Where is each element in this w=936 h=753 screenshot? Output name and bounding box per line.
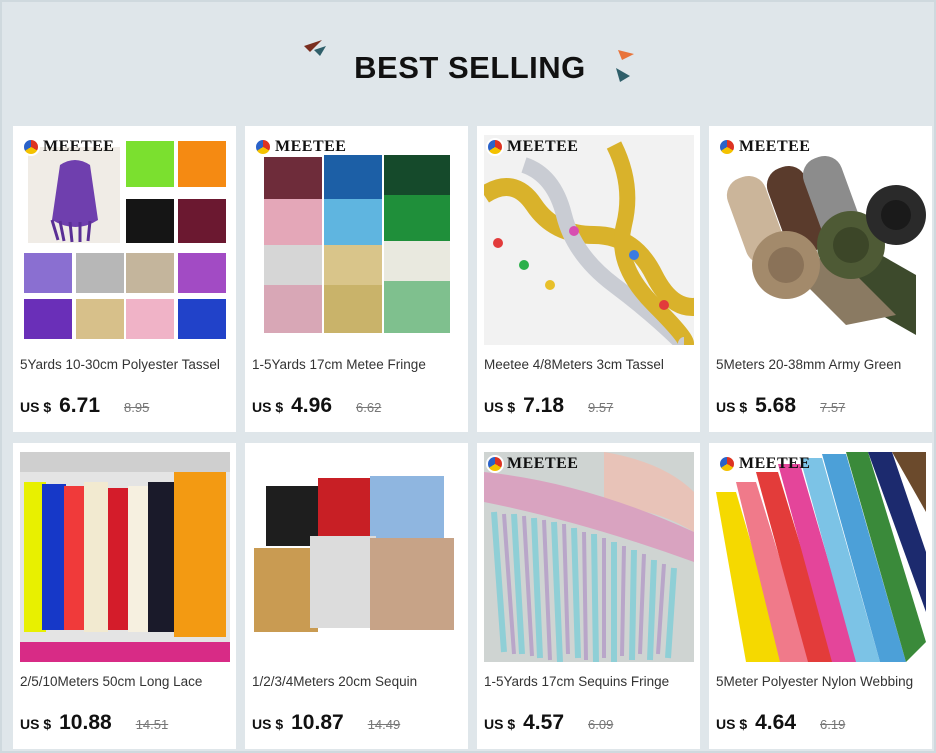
product-card[interactable]: 2/5/10Meters 50cm Long Lace US $ 10.88 1… xyxy=(13,443,236,749)
brand-badge: MEETEE xyxy=(486,455,578,473)
product-card[interactable]: MEETEE 5Meter Polyester Nylon Webbing US… xyxy=(709,443,932,749)
original-price: 7.57 xyxy=(820,400,846,415)
currency-label: US $ xyxy=(20,716,52,732)
original-price: 14.49 xyxy=(367,717,401,732)
brand-logo-icon xyxy=(486,455,504,473)
product-title[interactable]: 1/2/3/4Meters 20cm Sequin xyxy=(252,674,464,689)
product-title[interactable]: 5Meter Polyester Nylon Webbing xyxy=(716,674,928,689)
brand-badge: MEETEE xyxy=(22,138,114,156)
original-price: 6.62 xyxy=(356,400,382,415)
brand-badge: MEETEE xyxy=(718,138,810,156)
brand-logo-icon xyxy=(486,138,504,156)
sale-price: 4.64 xyxy=(755,711,796,734)
price-row: US $ 4.64 6.19 xyxy=(716,711,845,735)
brand-badge: MEETEE xyxy=(718,455,810,473)
product-image[interactable]: MEETEE xyxy=(716,135,926,345)
price-row: US $ 5.68 7.57 xyxy=(716,394,845,418)
product-image[interactable] xyxy=(252,452,462,662)
price-row: US $ 10.88 14.51 xyxy=(20,711,168,735)
brand-name: MEETEE xyxy=(507,455,579,472)
sale-price: 4.57 xyxy=(523,711,564,734)
original-price: 9.57 xyxy=(588,400,614,415)
product-image[interactable]: MEETEE xyxy=(484,452,694,662)
product-image[interactable]: MEETEE xyxy=(716,452,926,662)
brand-logo-icon xyxy=(718,138,736,156)
sale-price: 7.18 xyxy=(523,394,564,417)
currency-label: US $ xyxy=(484,716,516,732)
currency-label: US $ xyxy=(20,399,52,415)
brand-name: MEETEE xyxy=(275,138,347,155)
product-title[interactable]: Meetee 4/8Meters 3cm Tassel xyxy=(484,357,696,372)
sale-price: 4.96 xyxy=(291,394,332,417)
product-card[interactable]: MEETEE Meetee 4/8Meters 3cm Tassel US $ … xyxy=(477,126,700,432)
brand-badge: MEETEE xyxy=(254,138,346,156)
product-title[interactable]: 5Yards 10-30cm Polyester Tassel xyxy=(20,357,232,372)
product-image[interactable] xyxy=(20,452,230,662)
brand-name: MEETEE xyxy=(43,138,115,155)
price-row: US $ 7.18 9.57 xyxy=(484,394,613,418)
product-image[interactable]: MEETEE xyxy=(252,135,462,345)
page-title: BEST SELLING xyxy=(354,50,586,85)
brand-name: MEETEE xyxy=(739,455,811,472)
original-price: 6.19 xyxy=(820,717,846,732)
product-title[interactable]: 1-5Yards 17cm Sequins Fringe xyxy=(484,674,696,689)
sale-price: 5.68 xyxy=(755,394,796,417)
price-row: US $ 4.96 6.62 xyxy=(252,394,381,418)
product-card[interactable]: 1/2/3/4Meters 20cm Sequin US $ 10.87 14.… xyxy=(245,443,468,749)
product-title[interactable]: 5Meters 20-38mm Army Green xyxy=(716,357,928,372)
product-image[interactable]: MEETEE xyxy=(20,135,230,345)
currency-label: US $ xyxy=(252,716,284,732)
brand-name: MEETEE xyxy=(507,138,579,155)
price-row: US $ 6.71 8.95 xyxy=(20,394,149,418)
page-frame: BEST SELLING MEETEE 5Yards 10-30cm Polye… xyxy=(0,0,936,753)
brand-logo-icon xyxy=(22,138,40,156)
product-card[interactable]: MEETEE 1-5Yards 17cm Sequins Fringe US $… xyxy=(477,443,700,749)
product-card[interactable]: MEETEE 1-5Yards 17cm Metee Fringe US $ 4… xyxy=(245,126,468,432)
brand-logo-icon xyxy=(718,455,736,473)
product-card[interactable]: MEETEE 5Yards 10-30cm Polyester Tassel U… xyxy=(13,126,236,432)
right-confetti-icon xyxy=(616,50,634,82)
sale-price: 6.71 xyxy=(59,394,100,417)
sale-price: 10.88 xyxy=(59,711,112,734)
product-title[interactable]: 2/5/10Meters 50cm Long Lace xyxy=(20,674,232,689)
price-row: US $ 10.87 14.49 xyxy=(252,711,400,735)
section-header: BEST SELLING xyxy=(2,2,936,124)
sale-price: 10.87 xyxy=(291,711,344,734)
product-card[interactable]: MEETEE 5Meters 20-38mm Army Green US $ 5… xyxy=(709,126,932,432)
currency-label: US $ xyxy=(252,399,284,415)
brand-badge: MEETEE xyxy=(486,138,578,156)
original-price: 8.95 xyxy=(124,400,150,415)
price-row: US $ 4.57 6.09 xyxy=(484,711,613,735)
currency-label: US $ xyxy=(484,399,516,415)
original-price: 6.09 xyxy=(588,717,614,732)
currency-label: US $ xyxy=(716,399,748,415)
brand-name: MEETEE xyxy=(739,138,811,155)
currency-label: US $ xyxy=(716,716,748,732)
original-price: 14.51 xyxy=(135,717,169,732)
product-image[interactable]: MEETEE xyxy=(484,135,694,345)
product-title[interactable]: 1-5Yards 17cm Metee Fringe xyxy=(252,357,464,372)
brand-logo-icon xyxy=(254,138,272,156)
